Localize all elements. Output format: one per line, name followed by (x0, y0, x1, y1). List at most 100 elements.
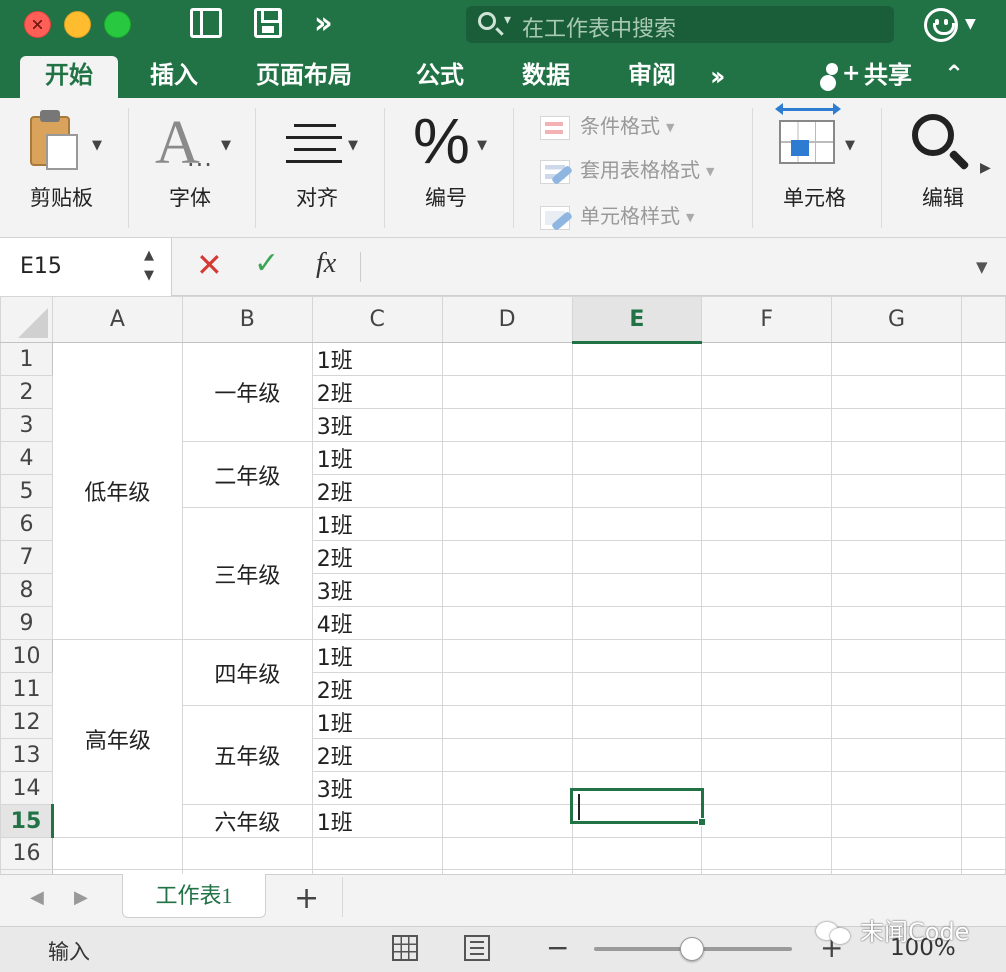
row-header[interactable]: 7 (0, 540, 53, 574)
cell-F10[interactable] (701, 639, 833, 673)
zoom-slider-thumb[interactable] (680, 937, 704, 961)
cell-G8[interactable] (831, 573, 962, 607)
cell-E12[interactable] (571, 705, 703, 739)
cell-B4[interactable]: 二年级 (181, 441, 313, 508)
cell-C4[interactable]: 1班 (311, 441, 443, 475)
window-maximize-button[interactable] (104, 11, 131, 38)
cell-H2[interactable] (960, 375, 1006, 409)
select-all-corner[interactable] (0, 296, 53, 343)
name-box-stepper-icon[interactable]: ▲ ▼ (144, 246, 154, 286)
tab-home[interactable]: 开始 (20, 56, 118, 100)
cell-G3[interactable] (831, 408, 962, 442)
tab-formulas[interactable]: 公式 (416, 58, 464, 98)
column-header-h[interactable] (960, 296, 1006, 343)
cell-H15[interactable] (960, 804, 1006, 838)
format-as-table-button[interactable]: 套用表格格式 ▼ (540, 154, 714, 184)
cell-D1[interactable] (441, 342, 573, 376)
cell-F6[interactable] (701, 507, 833, 541)
cell-F8[interactable] (701, 573, 833, 607)
cell-C11[interactable]: 2班 (311, 672, 443, 706)
cell-C9[interactable]: 4班 (311, 606, 443, 640)
row-header[interactable]: 15 (0, 804, 54, 838)
row-header[interactable]: 5 (0, 474, 53, 508)
cell-E3[interactable] (571, 408, 703, 442)
cell-F7[interactable] (701, 540, 833, 574)
cell-E5[interactable] (571, 474, 703, 508)
column-header-a[interactable]: A (51, 296, 183, 343)
collapse-ribbon-icon[interactable]: ⌃ (944, 60, 964, 88)
tab-overflow-icon[interactable]: ›› (710, 62, 726, 92)
cell-H7[interactable] (960, 540, 1006, 574)
cell-D8[interactable] (441, 573, 573, 607)
row-header[interactable]: 3 (0, 408, 53, 442)
number-group[interactable]: % ▼ 编号 (385, 98, 513, 238)
sidebar-toggle-icon[interactable] (190, 8, 222, 38)
cell-F5[interactable] (701, 474, 833, 508)
tab-insert[interactable]: 插入 (150, 58, 198, 98)
cell-H10[interactable] (960, 639, 1006, 673)
zoom-out-button[interactable]: − (546, 931, 569, 964)
cell-F1[interactable] (701, 342, 833, 376)
cell-F16[interactable] (701, 837, 833, 870)
cell-D7[interactable] (441, 540, 573, 574)
window-close-button[interactable] (24, 11, 51, 38)
conditional-formatting-button[interactable]: 条件格式 ▼ (540, 110, 674, 140)
cell-G9[interactable] (831, 606, 962, 640)
cell-H13[interactable] (960, 738, 1006, 772)
clipboard-group[interactable]: ▼ 剪贴板 (0, 98, 128, 238)
cell-H11[interactable] (960, 672, 1006, 706)
ribbon-scroll-right-icon[interactable]: ▶ (980, 160, 991, 176)
cell-G15[interactable] (831, 804, 962, 838)
normal-view-icon[interactable] (392, 935, 418, 961)
expand-formula-icon[interactable]: ▼ (976, 258, 988, 276)
spreadsheet-grid[interactable]: A B C D E F G 1 低年级 一年级 1班 2 2班 3 3班 4 二… (0, 296, 1006, 874)
cell-B15[interactable]: 六年级 (181, 804, 313, 838)
row-header[interactable]: 10 (0, 639, 53, 673)
cell-C10[interactable]: 1班 (311, 639, 443, 673)
cell-H16[interactable] (960, 837, 1006, 870)
row-header[interactable]: 11 (0, 672, 53, 706)
cell-D16[interactable] (441, 837, 573, 870)
cell-G16[interactable] (831, 837, 962, 870)
alignment-group[interactable]: ▼ 对齐 (256, 98, 384, 238)
cell-H4[interactable] (960, 441, 1006, 475)
cell-G5[interactable] (831, 474, 962, 508)
sheet-tab[interactable]: 工作表1 (122, 874, 266, 918)
cell-D6[interactable] (441, 507, 573, 541)
cell-E2[interactable] (571, 375, 703, 409)
cell-D15[interactable] (441, 804, 573, 838)
toolbar-overflow-icon[interactable]: ›› (314, 6, 333, 41)
column-header-g[interactable]: G (831, 296, 962, 343)
cell-E13[interactable] (571, 738, 703, 772)
save-icon[interactable] (254, 8, 282, 38)
column-header-c[interactable]: C (311, 296, 443, 343)
row-header[interactable]: 1 (0, 342, 53, 376)
cell-G14[interactable] (831, 771, 962, 805)
cell-C5[interactable]: 2班 (311, 474, 443, 508)
row-header[interactable]: 16 (0, 837, 53, 870)
cell-D10[interactable] (441, 639, 573, 673)
cell-D11[interactable] (441, 672, 573, 706)
row-header[interactable]: 14 (0, 771, 53, 805)
cell-F4[interactable] (701, 441, 833, 475)
cell-F14[interactable] (701, 771, 833, 805)
cell-styles-button[interactable]: 单元格样式 ▼ (540, 200, 694, 230)
cell-F11[interactable] (701, 672, 833, 706)
tab-data[interactable]: 数据 (522, 58, 570, 98)
cell-E16[interactable] (571, 837, 703, 870)
cell-G2[interactable] (831, 375, 962, 409)
row-header[interactable]: 4 (0, 441, 53, 475)
tab-page-layout[interactable]: 页面布局 (256, 58, 352, 98)
cell-E7[interactable] (571, 540, 703, 574)
cell-E8[interactable] (571, 573, 703, 607)
share-button[interactable]: 共享 (822, 57, 912, 92)
cell-G11[interactable] (831, 672, 962, 706)
cell-H9[interactable] (960, 606, 1006, 640)
cell-H1[interactable] (960, 342, 1006, 376)
cell-C14[interactable]: 3班 (311, 771, 443, 805)
cell-C15[interactable]: 1班 (311, 804, 443, 838)
cell-D12[interactable] (441, 705, 573, 739)
cell-G7[interactable] (831, 540, 962, 574)
cell-B12[interactable]: 五年级 (181, 705, 313, 805)
cell-F9[interactable] (701, 606, 833, 640)
